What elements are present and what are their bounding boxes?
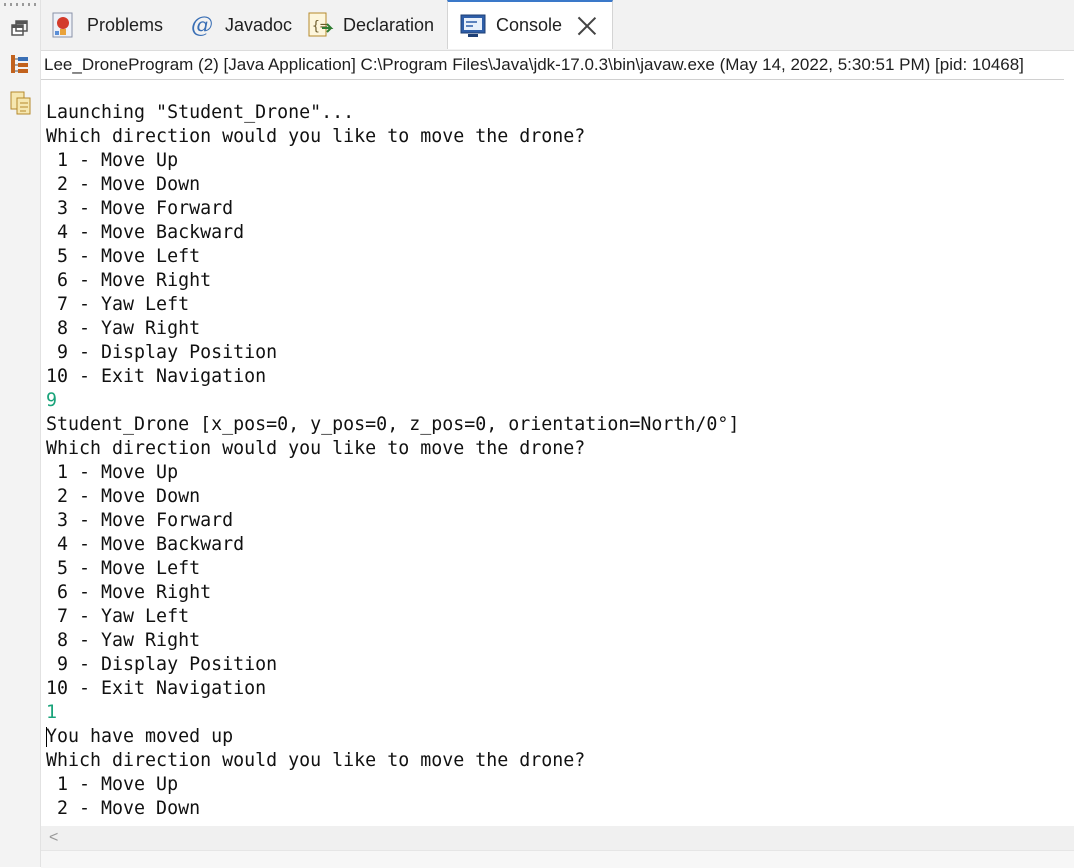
console-line: You have moved up: [46, 726, 234, 747]
tab-label: Javadoc: [225, 14, 293, 35]
drag-grip-icon[interactable]: [4, 3, 36, 6]
console-line: Which direction would you like to move t…: [46, 126, 586, 147]
console-line: Which direction would you like to move t…: [46, 750, 586, 771]
tab-console[interactable]: Console: [447, 0, 614, 49]
console-line: 6 - Move Right: [46, 270, 212, 291]
console-icon: [458, 11, 488, 41]
console-line: 4 - Move Backward: [46, 534, 245, 555]
console-line: 3 - Move Forward: [46, 510, 234, 531]
console-line: 3 - Move Forward: [46, 198, 234, 219]
console-line: 2 - Move Down: [46, 798, 201, 819]
console-line: Launching "Student_Drone"...: [46, 102, 355, 123]
horizontal-scrollbar[interactable]: <: [41, 826, 1074, 850]
console-line: 1 - Move Up: [46, 150, 179, 171]
tab-problems[interactable]: Problems: [49, 0, 163, 50]
console-line: 8 - Yaw Right: [46, 630, 201, 651]
console-line: 5 - Move Left: [46, 558, 201, 579]
console-line: 7 - Yaw Left: [46, 606, 190, 627]
console-line: 1 - Move Up: [46, 462, 179, 483]
console-output[interactable]: Launching "Student_Drone"... Which direct…: [46, 101, 1066, 825]
console-launch-description: Lee_DroneProgram (2) [Java Application] …: [41, 51, 1064, 80]
text-caret: [46, 727, 47, 747]
close-icon[interactable]: [576, 15, 598, 37]
outline-view-icon[interactable]: [9, 90, 31, 115]
console-line: 4 - Move Backward: [46, 222, 245, 243]
tab-javadoc[interactable]: @ Javadoc: [187, 0, 292, 50]
at-icon: @: [191, 12, 213, 38]
hierarchy-view-icon[interactable]: [9, 53, 31, 75]
console-user-input: 1: [46, 702, 58, 723]
console-user-input: 9: [46, 390, 58, 411]
console-line: 9 - Display Position: [46, 342, 278, 363]
left-view-strip: [0, 0, 41, 867]
tab-label: Problems: [87, 14, 164, 35]
console-line: 1 - Move Up: [46, 774, 179, 795]
console-line: 8 - Yaw Right: [46, 318, 201, 339]
declaration-icon: {=: [305, 10, 335, 40]
console-line: Student_Drone [x_pos=0, y_pos=0, z_pos=0…: [46, 414, 740, 435]
console-line: 6 - Move Right: [46, 582, 212, 603]
tab-label: Console: [496, 15, 563, 35]
tab-label: Declaration: [343, 14, 435, 35]
console-line: 10 - Exit Navigation: [46, 366, 267, 387]
restore-view-icon[interactable]: [9, 18, 31, 40]
console-line: 2 - Move Down: [46, 486, 201, 507]
console-line: 5 - Move Left: [46, 246, 201, 267]
console-line: 2 - Move Down: [46, 174, 201, 195]
console-line: 10 - Exit Navigation: [46, 678, 267, 699]
problems-icon: [49, 10, 79, 40]
console-line: 7 - Yaw Left: [46, 294, 190, 315]
tab-declaration[interactable]: {= Declaration: [305, 0, 434, 50]
status-area: [41, 850, 1074, 868]
console-line: Which direction would you like to move t…: [46, 438, 586, 459]
view-tab-bar: Problems @ Javadoc {= Declaration Consol…: [41, 0, 1074, 51]
console-line: 9 - Display Position: [46, 654, 278, 675]
scroll-left-icon[interactable]: <: [49, 830, 58, 846]
svg-text:{=: {=: [312, 19, 328, 34]
